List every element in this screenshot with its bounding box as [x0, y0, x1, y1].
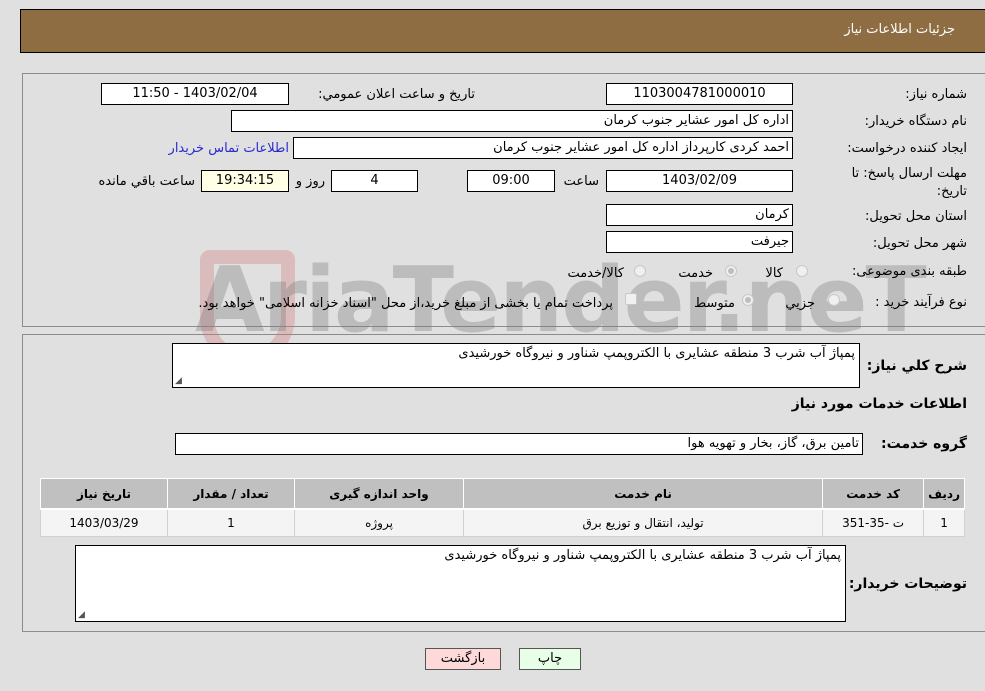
buyer-notes-label: توضیحات خریدار:: [848, 576, 967, 592]
category-option-service: خدمت: [678, 266, 713, 281]
treasury-note: پرداخت تمام یا بخشی از مبلغ خرید،از محل …: [198, 296, 613, 311]
purchase-type-radio-medium[interactable]: [742, 294, 754, 306]
back-button[interactable]: بازگشت: [425, 648, 501, 670]
services-table: ردیف کد خدمت نام خدمت واحد اندازه گیری ت…: [40, 478, 965, 537]
category-radio-goods-service[interactable]: [634, 265, 646, 277]
buyer-org-label: نام دستگاه خریدار:: [864, 114, 967, 129]
service-group-field[interactable]: تامین برق، گاز، بخار و تهویه هوا: [175, 433, 863, 455]
col-header-unit: واحد اندازه گیری: [294, 478, 464, 510]
purchase-type-option-medium: متوسط: [694, 296, 735, 311]
buyer-notes-text: پمپاژ آب شرب 3 منطقه عشایری با الکتروپمپ…: [444, 548, 841, 563]
summary-label: شرح كلي نياز:: [866, 358, 967, 374]
announce-datetime-field[interactable]: 1403/02/04 - 11:50: [101, 83, 289, 105]
col-header-need-date: تاریخ نیاز: [40, 478, 168, 510]
need-number-label: شماره نیاز:: [905, 87, 967, 102]
category-label: طبقه بندی موضوعی:: [851, 264, 967, 279]
province-field[interactable]: کرمان: [606, 204, 793, 226]
buyer-contact-link[interactable]: اطلاعات تماس خریدار: [169, 141, 289, 156]
province-label: استان محل تحویل:: [865, 209, 967, 224]
category-option-goods: کالا: [765, 266, 783, 281]
purchase-type-label: نوع فرآیند خرید :: [875, 295, 967, 310]
days-label: روز و: [295, 174, 325, 189]
category-option-goods-service: کالا/خدمت: [567, 266, 624, 281]
city-label: شهر محل تحویل:: [872, 236, 967, 251]
purchase-type-radio-minor[interactable]: [828, 294, 840, 306]
cell-unit: پروژه: [294, 508, 464, 537]
col-header-service-code: کد خدمت: [822, 478, 925, 510]
buyer-org-field[interactable]: اداره کل امور عشایر جنوب کرمان: [231, 110, 793, 132]
service-group-label: گروه خدمت:: [881, 436, 967, 452]
need-number-field[interactable]: 1103004781000010: [606, 83, 793, 105]
requester-label: ایجاد کننده درخواست:: [847, 141, 967, 156]
cell-row-number: 1: [923, 508, 965, 537]
page-title: جزئیات اطلاعات نیاز: [844, 22, 955, 37]
col-header-row-number: ردیف: [923, 478, 965, 510]
days-remaining-field[interactable]: 4: [331, 170, 418, 192]
summary-textarea[interactable]: پمپاژ آب شرب 3 منطقه عشایری با الکتروپمپ…: [172, 343, 860, 388]
category-radio-goods[interactable]: [796, 265, 808, 277]
deadline-date-field[interactable]: 1403/02/09: [606, 170, 793, 192]
deadline-time-field[interactable]: 09:00: [467, 170, 555, 192]
col-header-service-name: نام خدمت: [462, 478, 824, 510]
purchase-type-option-minor: جزيي: [785, 296, 815, 311]
page-header: جزئیات اطلاعات نیاز: [20, 9, 985, 53]
cell-need-date: 1403/03/29: [40, 508, 168, 537]
table-row: 1 ت -35-351 تولید، انتقال و توزیع برق پر…: [40, 508, 965, 537]
table-header-row: ردیف کد خدمت نام خدمت واحد اندازه گیری ت…: [40, 478, 965, 510]
cell-service-name: تولید، انتقال و توزیع برق: [462, 508, 824, 537]
city-field[interactable]: جیرفت: [606, 231, 793, 253]
deadline-time-label: ساعت: [563, 174, 599, 189]
treasury-checkbox[interactable]: [625, 293, 637, 305]
col-header-quantity: تعداد / مقدار: [167, 478, 295, 510]
cell-quantity: 1: [167, 508, 295, 537]
announce-datetime-label: تاریخ و ساعت اعلان عمومي:: [318, 87, 475, 102]
category-radio-service[interactable]: [725, 265, 737, 277]
summary-text: پمپاژ آب شرب 3 منطقه عشایری با الکتروپمپ…: [458, 346, 855, 361]
resize-grip-icon[interactable]: ◢: [78, 610, 85, 620]
deadline-label: مهلت ارسال پاسخ: تا تاریخ:: [851, 166, 967, 199]
print-button[interactable]: چاپ: [519, 648, 581, 670]
requester-field[interactable]: احمد کردی کارپرداز اداره کل امور عشایر ج…: [293, 137, 793, 159]
resize-grip-icon[interactable]: ◢: [175, 376, 182, 386]
time-remaining-field: 19:34:15: [201, 170, 289, 192]
cell-service-code: ت -35-351: [822, 508, 925, 537]
buyer-notes-textarea[interactable]: پمپاژ آب شرب 3 منطقه عشایری با الکتروپمپ…: [75, 545, 846, 622]
services-section-title: اطلاعات خدمات مورد نیاز: [791, 396, 967, 412]
time-remaining-label: ساعت باقي مانده: [98, 174, 195, 189]
